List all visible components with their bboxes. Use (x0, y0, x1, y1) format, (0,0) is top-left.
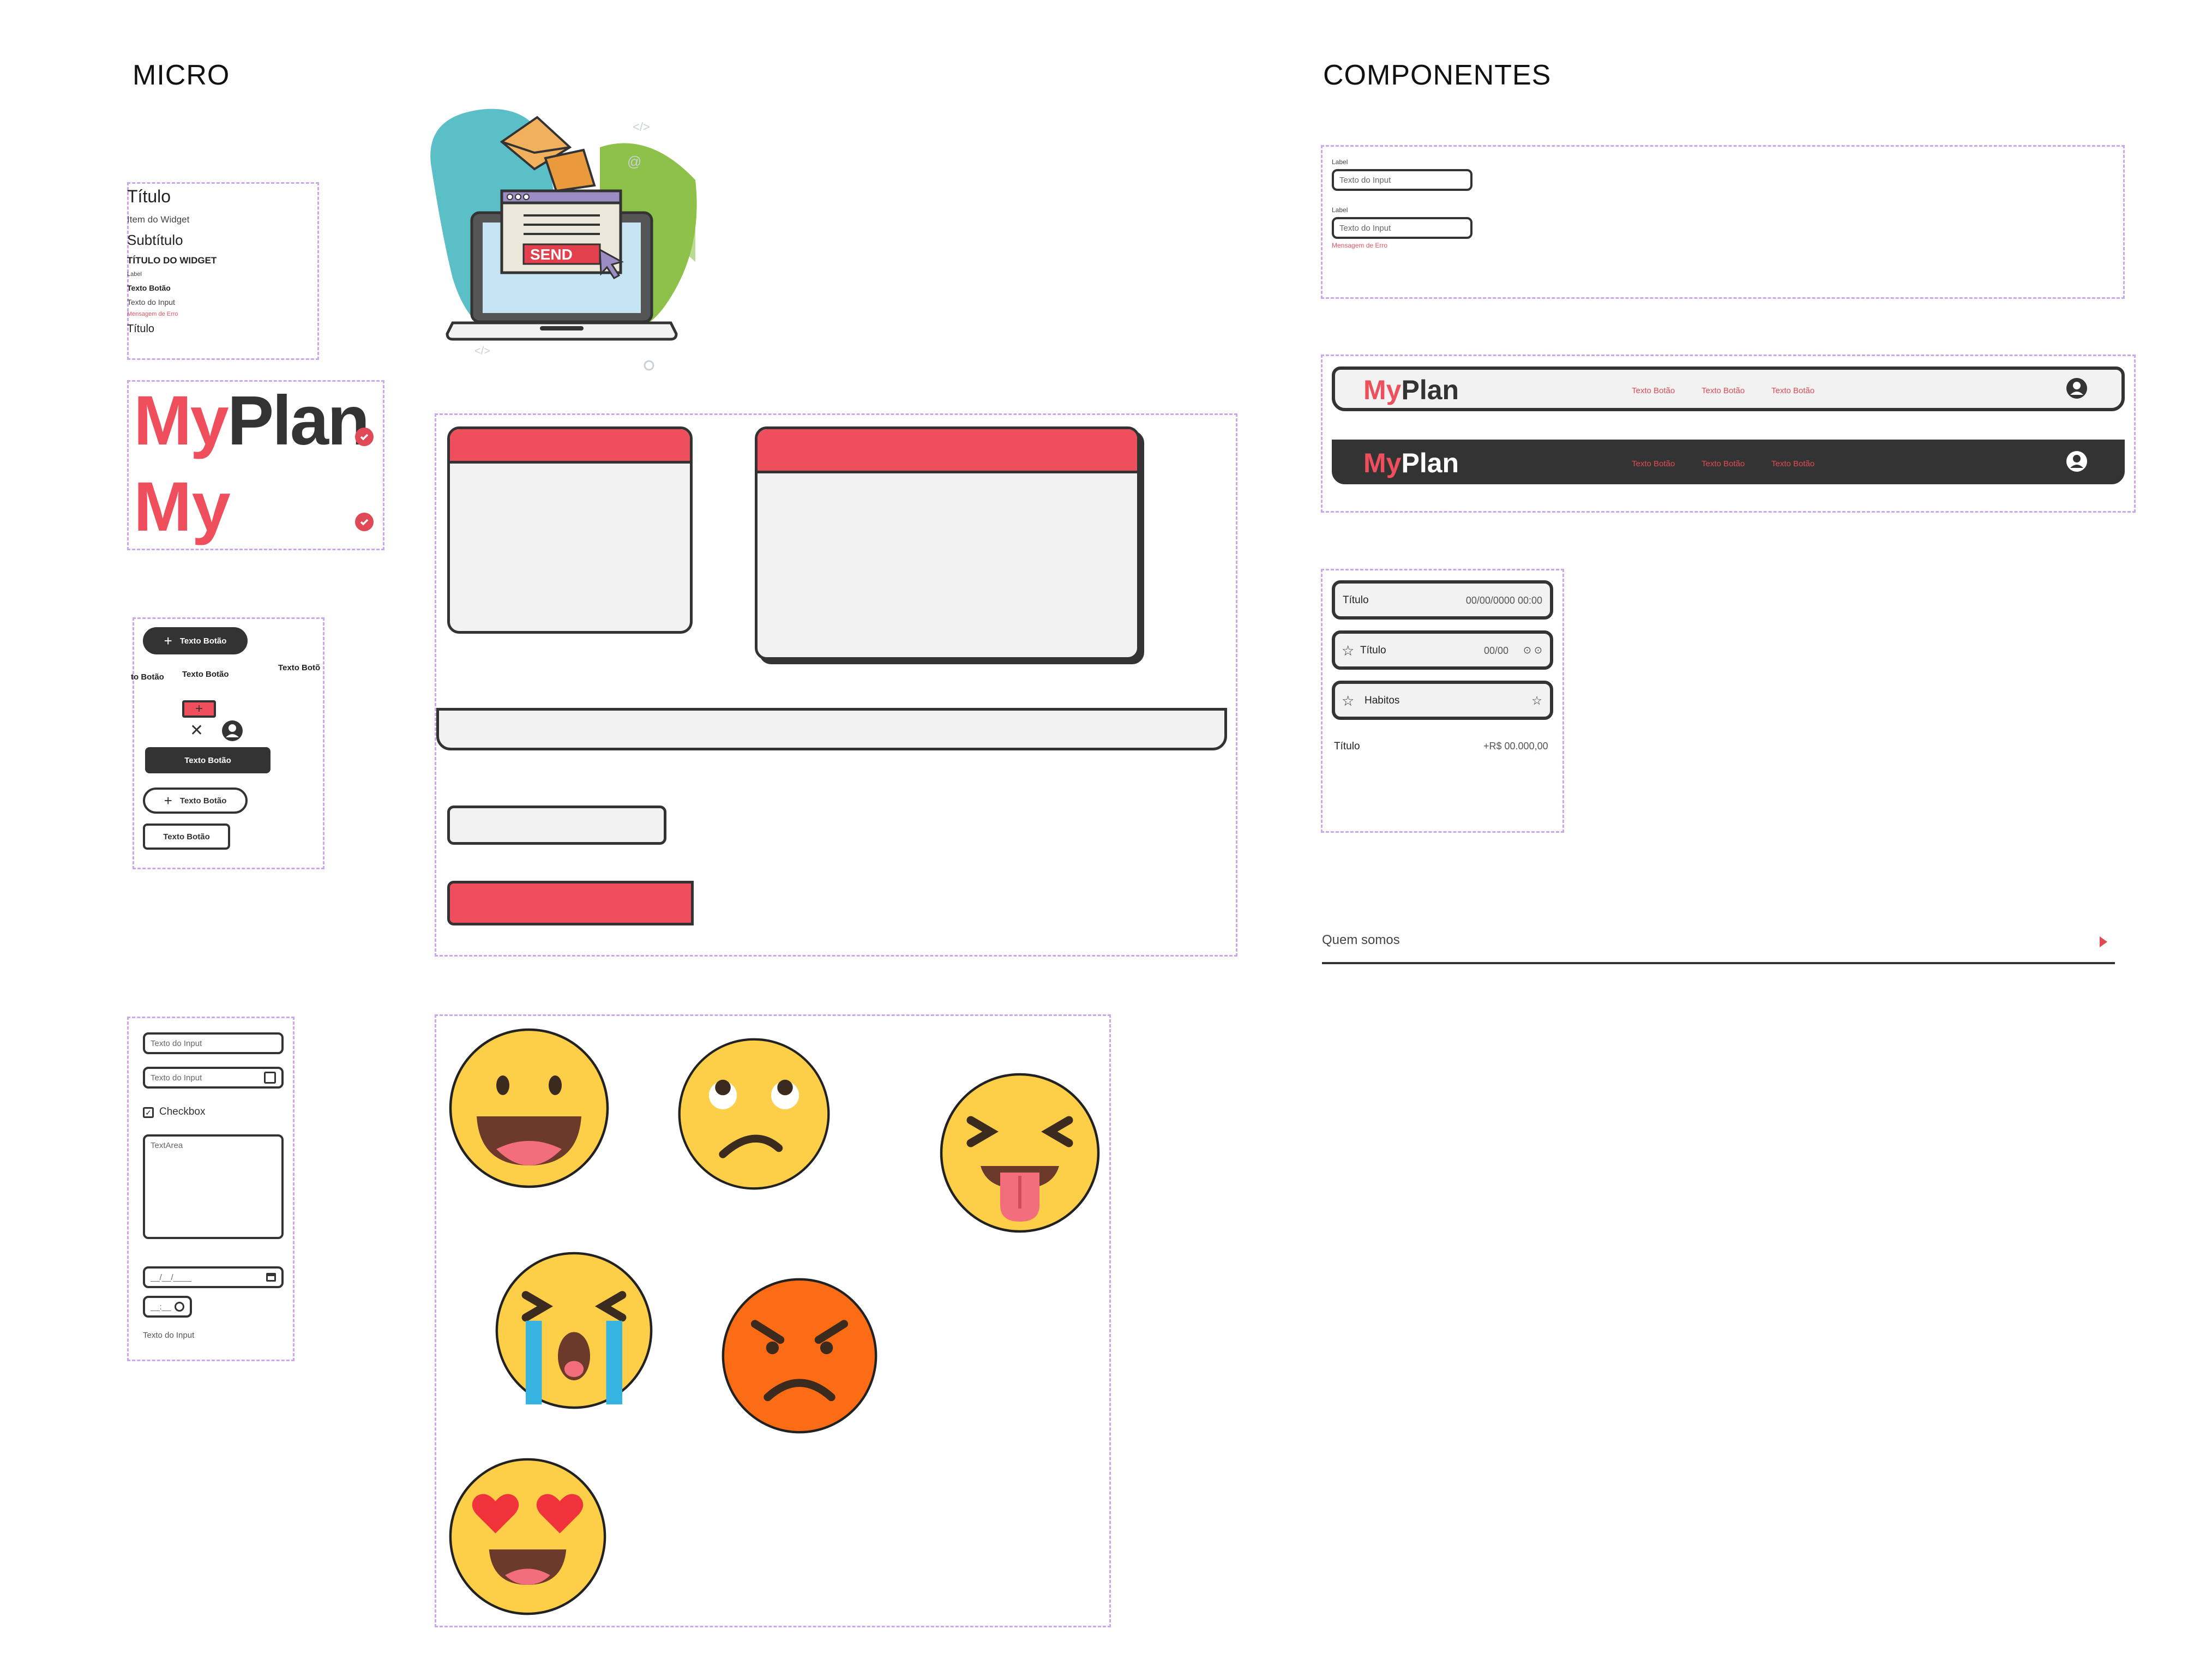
navbar-light-user-icon[interactable] (2066, 377, 2088, 399)
user-avatar-icon[interactable] (221, 720, 243, 742)
text-button-left[interactable]: to Botão (131, 672, 164, 682)
add-small-button[interactable]: + (182, 700, 216, 718)
plus-outline-icon: + (164, 792, 172, 809)
typography-frame (127, 182, 319, 360)
laughing-emoji-icon (447, 1026, 611, 1190)
form-label-2: Label (1332, 206, 1348, 214)
checkbox-input[interactable]: ✓ (143, 1107, 154, 1118)
navbar-light-link-1[interactable]: Texto Botão (1632, 386, 1675, 395)
date-input[interactable]: __/__/____ (143, 1266, 284, 1288)
wide-bar-shape (436, 708, 1227, 750)
type-item-widget: Item do Widget (127, 214, 190, 225)
textarea-input[interactable]: TextArea (143, 1134, 284, 1239)
outline-pill-button[interactable]: + Texto Botão (143, 788, 248, 814)
unamused-emoji-icon (676, 1036, 832, 1192)
text-button-mid[interactable]: Texto Botão (182, 670, 229, 679)
text-input-1[interactable]: Texto do Input (143, 1032, 284, 1054)
text-input-2[interactable]: Texto do Input (143, 1067, 284, 1089)
send-text: SEND (530, 246, 573, 263)
red-rect-shape (447, 881, 694, 925)
section-title-micro: MICRO (133, 59, 230, 91)
favorite-star-icon[interactable]: ☆ (1531, 694, 1542, 708)
accordion-label[interactable]: Quem somos (1322, 933, 1400, 948)
email-laptop-illustration: </> @ </> SEND (420, 98, 709, 376)
heart-eyes-emoji-icon (447, 1456, 608, 1617)
accordion-arrow-icon[interactable] (2100, 936, 2107, 947)
navbar-light: MyPlan Texto Botão Texto Botão Texto Bot… (1332, 366, 2125, 411)
list-row-title: Título (1334, 741, 1360, 752)
star-icon[interactable]: ☆ (1342, 642, 1354, 659)
outline-rect-button[interactable]: Texto Botão (143, 824, 230, 850)
type-texto-botao: Texto Botão (127, 284, 171, 292)
list-row-value: +R$ 00.000,00 (1483, 741, 1548, 752)
form-input-1[interactable]: Texto do Input (1332, 169, 1472, 191)
navbar-light-logo[interactable]: MyPlan (1363, 374, 1459, 406)
logo-short-check-icon (355, 513, 374, 531)
type-titulo-2: Título (127, 323, 155, 335)
list-card-1-date: 00/00/0000 00:00 (1465, 595, 1542, 606)
list-card-3[interactable]: ☆ Habitos ☆ (1332, 681, 1553, 720)
navbar-dark-logo[interactable]: MyPlan (1363, 447, 1459, 479)
type-label: Label (127, 271, 142, 278)
navbar-dark-link-1[interactable]: Texto Botão (1632, 459, 1675, 468)
close-icon[interactable]: ✕ (190, 721, 203, 740)
navbar-dark: MyPlan Texto Botão Texto Botão Texto Bot… (1332, 440, 2125, 484)
form-input-2[interactable]: Texto do Input (1332, 217, 1472, 239)
form-label-1: Label (1332, 158, 1348, 166)
pill-dark-button[interactable]: + Texto Botão (143, 627, 248, 654)
input-helper-text: Texto do Input (143, 1331, 195, 1340)
list-card-2-date: 00/00 (1483, 645, 1508, 656)
type-titulo: Título (127, 187, 171, 206)
star-icon[interactable]: ☆ (1342, 693, 1354, 710)
calendar-icon (266, 1273, 276, 1282)
navbar-dark-user-icon[interactable] (2066, 450, 2088, 472)
time-input[interactable]: __:__ (143, 1296, 192, 1318)
form-error-message: Mensagem de Erro (1332, 242, 1388, 249)
svg-text:</>: </> (474, 345, 490, 357)
logo-short: My (134, 468, 231, 546)
rounded-rect-shape (447, 806, 666, 845)
dark-rect-button[interactable]: Texto Botão (145, 747, 271, 773)
clock-icon (175, 1302, 184, 1312)
svg-text:@: @ (627, 153, 641, 170)
type-mensagem-erro: Mensagem de Erro (127, 311, 178, 317)
logo-check-icon (355, 428, 374, 446)
list-card-2-title: Título (1360, 645, 1386, 656)
navbar-dark-link-2[interactable]: Texto Botão (1702, 459, 1745, 468)
angry-emoji-icon (720, 1276, 879, 1435)
type-titulo-widget: TÍTULO DO WIDGET (127, 255, 217, 266)
window-card-large (755, 426, 1140, 660)
plus-small-icon: + (195, 701, 203, 716)
crying-emoji-icon (494, 1250, 654, 1411)
accordion-divider (1322, 962, 2115, 964)
list-card-1[interactable]: Título 00/00/0000 00:00 (1332, 580, 1553, 620)
logo-full: MyPlan (134, 382, 370, 460)
navbar-dark-link-3[interactable]: Texto Botão (1771, 459, 1814, 468)
navbar-light-link-2[interactable]: Texto Botão (1702, 386, 1745, 395)
checkbox-label: Checkbox (159, 1106, 206, 1117)
options-icons[interactable]: ⊙ ⊙ (1523, 645, 1542, 656)
plus-icon: + (164, 632, 172, 649)
window-card-small (447, 426, 693, 634)
list-card-2[interactable]: ☆ Título 00/00 ⊙ ⊙ (1332, 630, 1553, 670)
navbar-light-link-3[interactable]: Texto Botão (1771, 386, 1814, 395)
type-texto-input: Texto do Input (127, 298, 175, 306)
type-subtitulo: Subtítulo (127, 232, 183, 248)
text-button-right[interactable]: Texto Botõ (278, 663, 320, 672)
svg-text:</>: </> (633, 120, 650, 134)
checkbox-icon (264, 1072, 276, 1084)
list-card-1-title: Título (1343, 594, 1369, 606)
tongue-emoji-icon (938, 1071, 1102, 1235)
section-title-componentes: COMPONENTES (1323, 59, 1552, 91)
list-card-3-title: Habitos (1365, 695, 1400, 706)
